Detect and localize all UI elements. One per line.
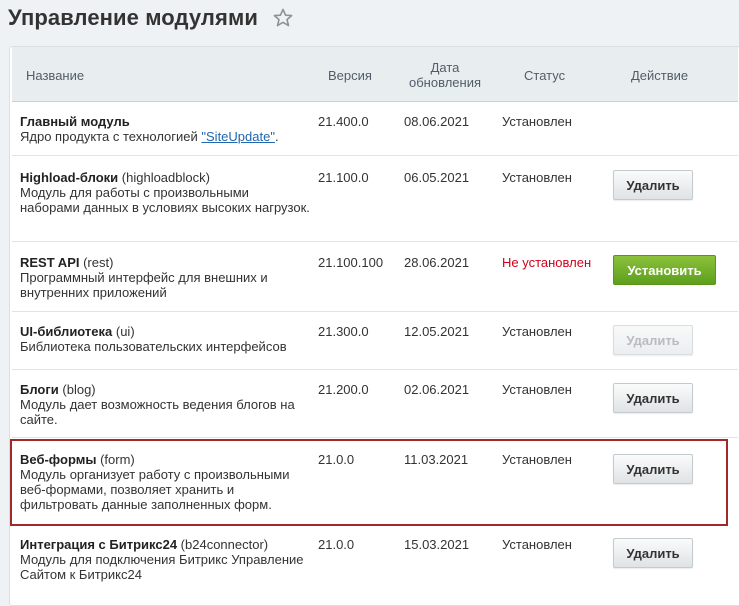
module-description: Модуль для работы с произвольными набора… — [20, 185, 310, 215]
table-row: UI-библиотека (ui) Библиотека пользовате… — [12, 312, 738, 370]
module-date: 08.06.2021 — [404, 114, 470, 129]
delete-button[interactable]: Удалить — [613, 454, 693, 484]
module-name: UI-библиотека — [20, 324, 113, 339]
module-name: Главный модуль — [20, 114, 130, 129]
module-version: 21.100.0 — [318, 170, 369, 185]
module-date: 15.03.2021 — [404, 537, 470, 552]
table-row: Главный модуль Ядро продукта с технологи… — [12, 102, 738, 156]
module-date: 28.06.2021 — [404, 255, 470, 270]
module-version: 21.100.100 — [318, 255, 384, 270]
table-header: Название Версия Дата обновления Статус Д… — [12, 47, 738, 102]
module-status: Установлен — [502, 170, 572, 185]
module-info: Веб-формы (form) Модуль организует работ… — [20, 452, 310, 512]
module-status: Установлен — [502, 537, 572, 552]
module-version: 21.400.0 — [318, 114, 369, 129]
header-status: Статус — [524, 68, 566, 83]
header-action: Действие — [631, 68, 689, 83]
module-code: (highloadblock) — [118, 170, 210, 185]
star-icon[interactable] — [273, 8, 293, 28]
module-date: 11.03.2021 — [404, 452, 469, 467]
module-version: 21.0.0 — [318, 452, 355, 467]
module-info: Интеграция с Битрикс24 (b24connector) Мо… — [20, 537, 310, 582]
module-description: Модуль организует работу с произвольными… — [20, 467, 290, 512]
module-description: Ядро продукта с технологией "SiteUpdate"… — [20, 129, 310, 144]
module-name: Интеграция с Битрикс24 — [20, 537, 178, 552]
delete-button[interactable]: Удалить — [613, 170, 693, 200]
module-code: (rest) — [79, 255, 114, 270]
description-suffix: . — [274, 129, 279, 144]
module-date: 12.05.2021 — [404, 324, 470, 339]
table-row: Highload-блоки (highloadblock) Модуль дл… — [12, 156, 738, 242]
module-version: 21.200.0 — [318, 382, 369, 397]
module-status: Установлен — [502, 324, 572, 339]
module-info: Блоги (blog) Модуль дает возможность вед… — [20, 382, 310, 427]
module-status: Установлен — [502, 452, 572, 467]
page-title: Управление модулями — [8, 5, 258, 30]
table-row-highlighted: Веб-формы (form) Модуль организует работ… — [10, 439, 728, 526]
module-name: Блоги — [20, 382, 59, 397]
module-version: 21.300.0 — [318, 324, 369, 339]
header-date-line1: Дата — [430, 60, 460, 75]
module-code: (ui) — [112, 324, 135, 339]
delete-button[interactable]: Удалить — [613, 538, 693, 568]
modules-table: Название Версия Дата обновления Статус Д… — [9, 46, 739, 606]
module-code: (b24connector) — [177, 537, 269, 552]
module-info: Главный модуль Ядро продукта с технологи… — [20, 114, 310, 144]
module-description: Модуль для подключения Битрикс Управлени… — [20, 552, 304, 582]
delete-button-disabled[interactable]: Удалить — [613, 325, 693, 355]
header-name: Название — [26, 68, 85, 83]
table-row: Интеграция с Битрикс24 (b24connector) Мо… — [12, 526, 738, 596]
module-name: Веб-формы — [20, 452, 97, 467]
module-code: (form) — [96, 452, 135, 467]
module-name: REST API — [20, 255, 80, 270]
header-date: Дата обновления — [405, 60, 485, 90]
module-status: Не установлен — [502, 255, 592, 270]
module-date: 02.06.2021 — [404, 382, 470, 397]
module-status: Установлен — [502, 382, 572, 397]
module-name: Highload-блоки — [20, 170, 119, 185]
module-status: Установлен — [502, 114, 572, 129]
module-code: (blog) — [58, 382, 96, 397]
siteupdate-link[interactable]: "SiteUpdate" — [201, 129, 275, 144]
module-info: UI-библиотека (ui) Библиотека пользовате… — [20, 324, 310, 354]
module-date: 06.05.2021 — [404, 170, 470, 185]
header-date-line2: обновления — [409, 75, 481, 90]
module-description: Модуль дает возможность ведения блогов н… — [20, 397, 295, 427]
delete-button[interactable]: Удалить — [613, 383, 693, 413]
table-row: REST API (rest) Программный интерфейс дл… — [12, 242, 738, 312]
module-info: REST API (rest) Программный интерфейс дл… — [20, 255, 310, 300]
module-description: Библиотека пользовательских интерфейсов — [20, 339, 287, 354]
install-button[interactable]: Установить — [613, 255, 716, 285]
module-version: 21.0.0 — [318, 537, 355, 552]
module-description: Программный интерфейс для внешних и внут… — [20, 270, 268, 300]
header-version: Версия — [328, 68, 372, 83]
description-text: Ядро продукта с технологией — [20, 129, 202, 144]
module-info: Highload-блоки (highloadblock) Модуль дл… — [20, 170, 310, 215]
table-row: Блоги (blog) Модуль дает возможность вед… — [12, 370, 738, 438]
